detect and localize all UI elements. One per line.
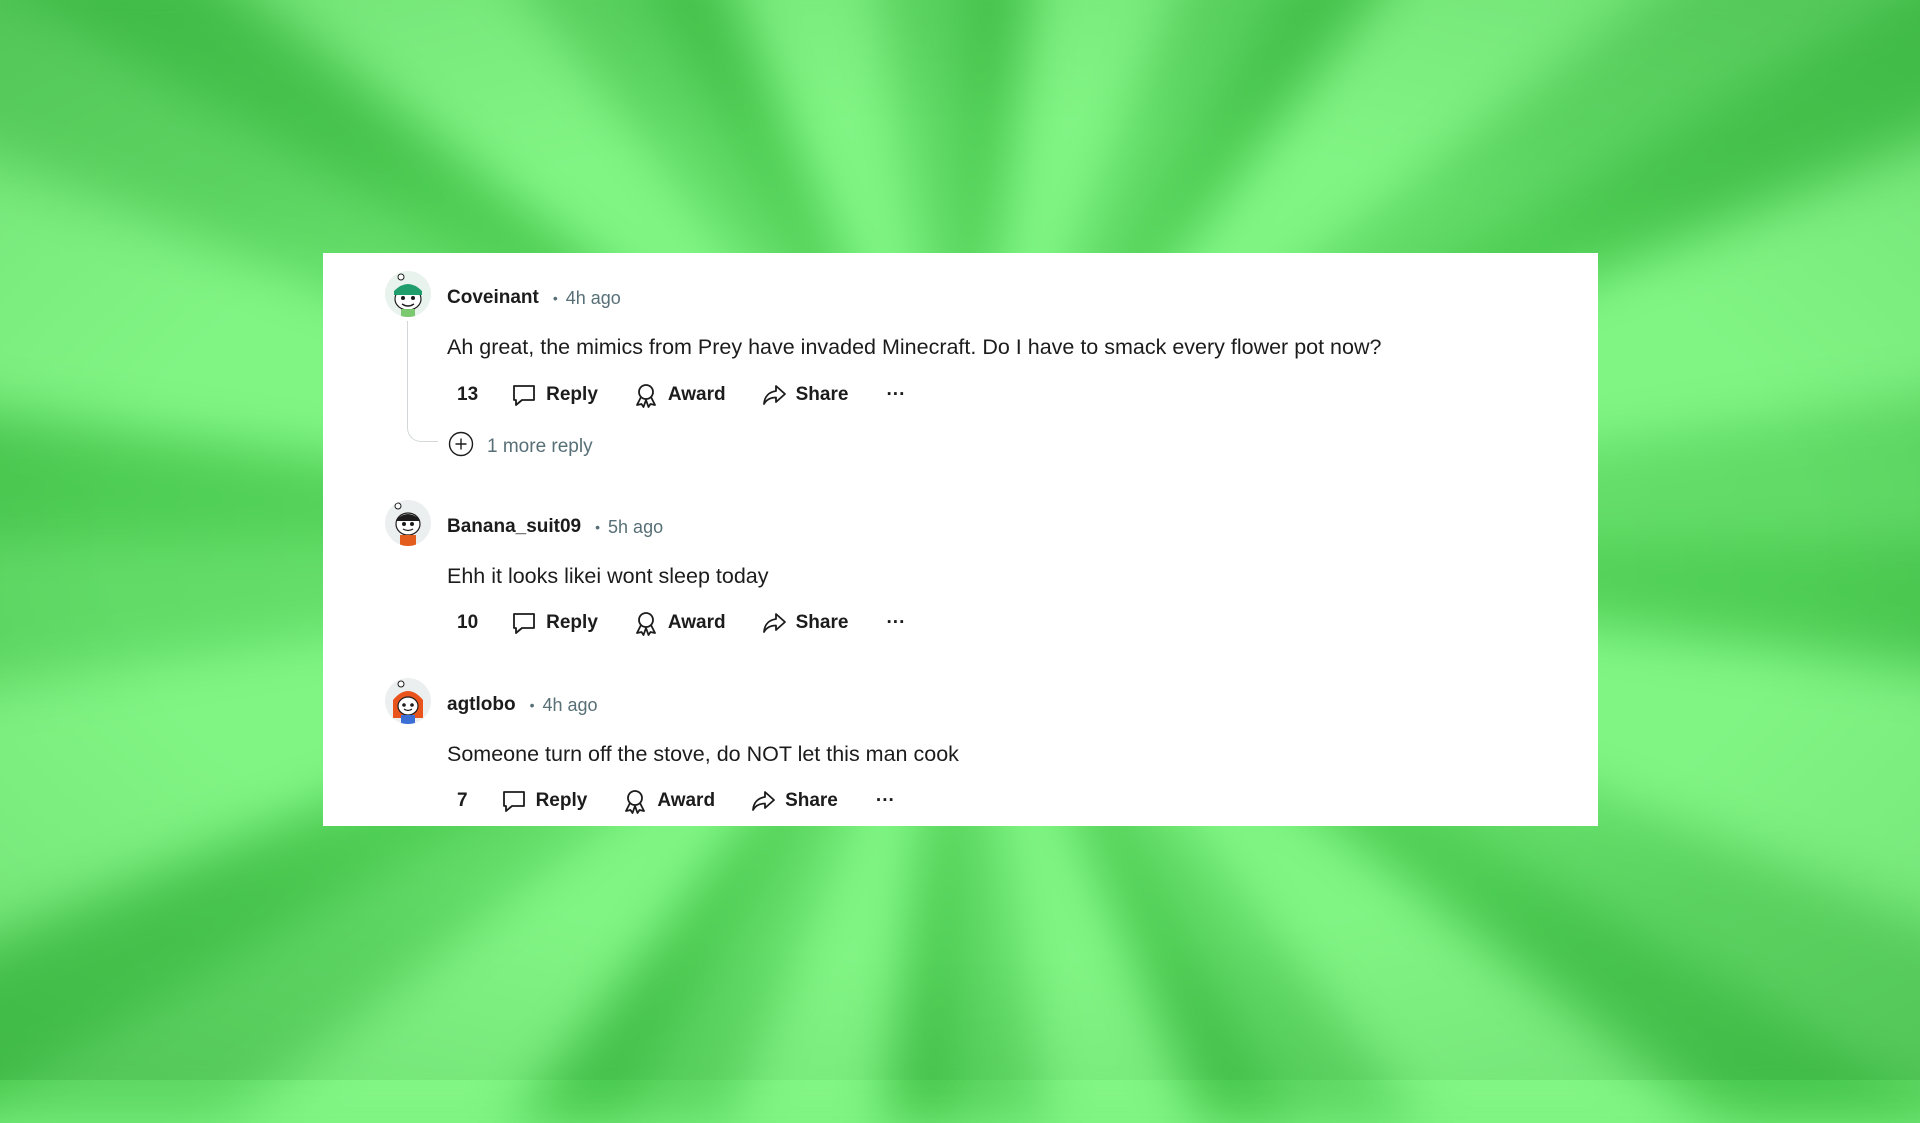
avatar-icon[interactable]: [385, 678, 431, 724]
more-replies-link[interactable]: 1 more reply: [447, 430, 593, 464]
more-icon: ···: [886, 384, 906, 405]
award-button[interactable]: Award: [632, 609, 726, 637]
share-button[interactable]: Share: [760, 609, 849, 637]
award-label: Award: [667, 612, 726, 633]
username[interactable]: agtlobo: [447, 694, 516, 716]
reply-label: Reply: [535, 790, 588, 811]
share-label: Share: [785, 790, 838, 811]
username[interactable]: Coveinant: [447, 287, 539, 309]
vote-group: 10: [447, 612, 514, 652]
comment-meta: agtlobo • 4h ago: [447, 693, 598, 717]
expand-plus-icon: [447, 430, 487, 464]
award-icon: [621, 787, 649, 815]
reply-label: Reply: [546, 612, 598, 633]
comment-actions: 7 Reply Award Share ···: [447, 784, 895, 826]
vote-count: 10: [457, 612, 479, 633]
comment-meta: Coveinant • 4h ago: [447, 286, 621, 310]
vote-group: 7: [447, 790, 503, 826]
award-icon: [632, 609, 660, 637]
comment-actions: 10 Reply Award Share ···: [447, 606, 905, 652]
comment-text: Ah great, the mimics from Prey have inva…: [447, 335, 1382, 359]
meta-separator: •: [552, 290, 558, 306]
timestamp[interactable]: 4h ago: [566, 288, 621, 309]
timestamp[interactable]: 5h ago: [608, 517, 663, 538]
share-label: Share: [795, 612, 849, 633]
vote-count: 13: [457, 384, 479, 405]
reply-button[interactable]: Reply: [510, 609, 598, 637]
comments-panel: Coveinant • 4h ago Ah great, the mimics …: [323, 253, 1598, 826]
comment-text: Ehh it looks likei wont sleep today: [447, 564, 769, 588]
share-label: Share: [795, 384, 849, 405]
more-options-button[interactable]: ···: [886, 612, 905, 634]
more-replies-label: 1 more reply: [487, 436, 593, 457]
vote-group: 13: [447, 384, 514, 424]
thread-line: [407, 321, 438, 442]
award-label: Award: [667, 384, 726, 405]
meta-separator: •: [595, 519, 601, 535]
more-options-button[interactable]: ···: [876, 790, 895, 812]
reply-button[interactable]: Reply: [500, 787, 588, 815]
vote-count: 7: [457, 790, 468, 811]
award-label: Award: [657, 790, 716, 811]
share-button[interactable]: Share: [760, 381, 849, 409]
reply-label: Reply: [546, 384, 598, 405]
more-icon: ···: [875, 790, 895, 811]
award-button[interactable]: Award: [621, 787, 715, 815]
comment-meta: Banana_suit09 • 5h ago: [447, 515, 663, 539]
comment-icon: [510, 609, 538, 637]
award-button[interactable]: Award: [632, 381, 726, 409]
comment-icon: [510, 381, 538, 409]
comment-actions: 13 Reply Award Share ···: [447, 378, 905, 424]
award-icon: [632, 381, 660, 409]
comment-icon: [500, 787, 528, 815]
meta-separator: •: [529, 697, 535, 713]
comment-text: Someone turn off the stove, do NOT let t…: [447, 742, 959, 766]
avatar-icon[interactable]: [385, 500, 431, 546]
reply-button[interactable]: Reply: [510, 381, 598, 409]
avatar-icon[interactable]: [385, 271, 431, 317]
timestamp[interactable]: 4h ago: [543, 695, 598, 716]
username[interactable]: Banana_suit09: [447, 516, 581, 538]
share-icon: [749, 787, 777, 815]
share-button[interactable]: Share: [749, 787, 838, 815]
more-options-button[interactable]: ···: [886, 384, 905, 406]
share-icon: [760, 609, 788, 637]
more-icon: ···: [886, 612, 906, 633]
share-icon: [760, 381, 788, 409]
